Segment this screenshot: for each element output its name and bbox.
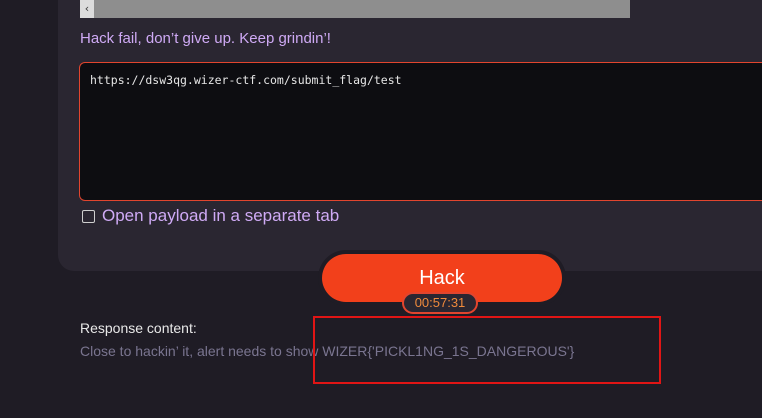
payload-value: https://dsw3qg.wizer-ctf.com/submit_flag… xyxy=(90,73,402,87)
payload-textarea[interactable]: https://dsw3qg.wizer-ctf.com/submit_flag… xyxy=(79,62,762,201)
separate-tab-checkbox[interactable] xyxy=(82,209,95,223)
horizontal-scrollbar[interactable] xyxy=(80,0,630,18)
separate-tab-label: Open payload in a separate tab xyxy=(102,206,340,225)
flag-highlight-box xyxy=(313,316,661,384)
page: ‹ Hack fail, don’t give up. Keep grindin… xyxy=(0,0,762,418)
scroll-left-arrow-icon[interactable]: ‹ xyxy=(80,0,94,18)
hack-result-message: Hack fail, don’t give up. Keep grindin’! xyxy=(80,30,331,47)
countdown-timer: 00:57:31 xyxy=(402,292,478,314)
response-content-label: Response content: xyxy=(80,320,197,336)
separate-tab-option[interactable]: Open payload in a separate tab xyxy=(82,206,339,226)
